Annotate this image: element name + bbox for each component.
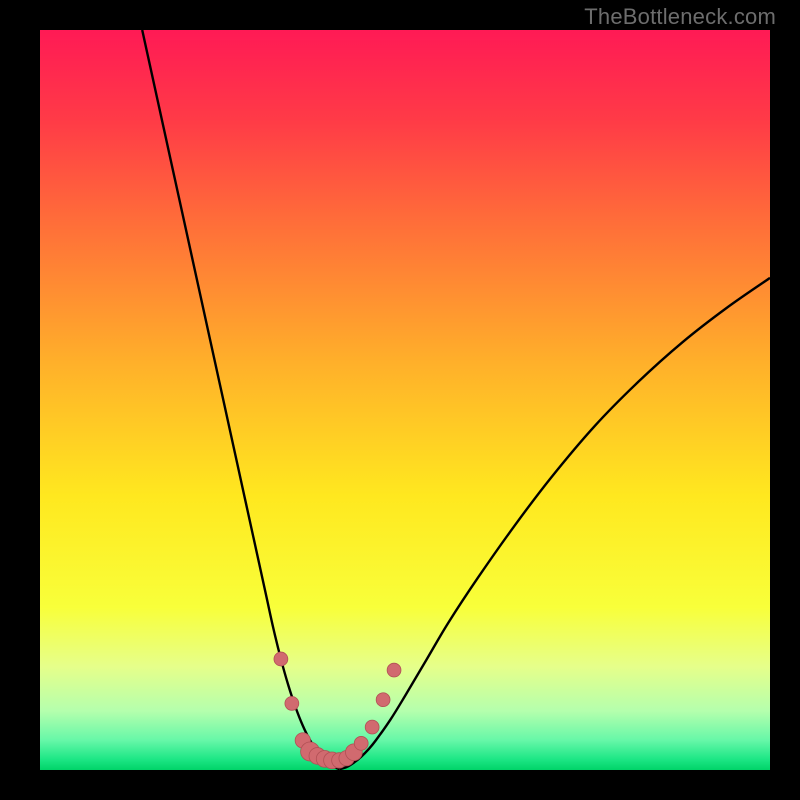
chart-curves: [40, 30, 770, 770]
curve-marker: [285, 696, 299, 710]
right-curve: [339, 278, 770, 769]
curve-marker: [376, 693, 390, 707]
curve-marker: [354, 736, 368, 750]
curve-marker: [274, 652, 288, 666]
curve-marker: [387, 663, 401, 677]
curve-markers: [274, 652, 401, 769]
app-frame: TheBottleneck.com: [0, 0, 800, 800]
left-curve: [142, 30, 339, 769]
watermark-label: TheBottleneck.com: [584, 4, 776, 30]
chart-plot-area: [40, 30, 770, 770]
curve-marker: [365, 720, 379, 734]
